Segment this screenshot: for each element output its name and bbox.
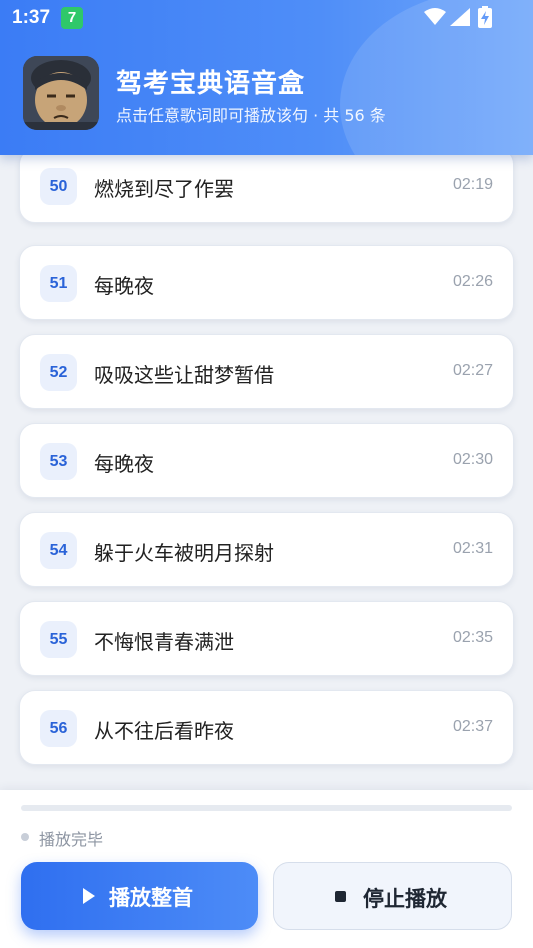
wifi-icon	[424, 8, 446, 25]
lyrics-list[interactable]: 50 燃烧到尽了作罢 02:19 51 每晚夜 02:26 52 吸吸这些让甜梦…	[0, 150, 533, 790]
lyric-index: 52	[40, 354, 77, 391]
play-all-button[interactable]: 播放整首	[21, 862, 258, 930]
app-header: 1:37 7 驾考宝典语音盒 点击任意歌词即可播放该句 · 共 56 条	[0, 0, 533, 155]
stop-label: 停止播放	[363, 887, 447, 911]
play-all-label: 播放整首	[109, 886, 193, 910]
status-bar: 1:37 7	[0, 0, 533, 36]
lyric-text: 躲于火车被明月探射	[94, 541, 274, 565]
lyric-row-56[interactable]: 56 从不往后看昨夜 02:37	[19, 690, 514, 765]
battery-charging-icon	[478, 6, 492, 28]
lyric-index: 55	[40, 621, 77, 658]
lyric-timestamp: 02:31	[452, 540, 493, 557]
lyric-timestamp: 02:19	[452, 176, 493, 193]
lyric-timestamp: 02:26	[452, 273, 493, 290]
lyric-text: 每晚夜	[94, 274, 154, 298]
lyric-timestamp: 02:30	[452, 451, 493, 468]
lyric-row-53[interactable]: 53 每晚夜 02:30	[19, 423, 514, 498]
lyric-index: 56	[40, 710, 77, 747]
progress-bar[interactable]	[21, 805, 512, 811]
lyric-text: 从不往后看昨夜	[94, 719, 234, 743]
avatar-face-icon	[23, 56, 99, 130]
lyric-text: 不悔恨青春满泄	[94, 630, 234, 654]
lyric-index: 51	[40, 265, 77, 302]
page-subtitle: 点击任意歌词即可播放该句 · 共 56 条	[116, 106, 386, 125]
status-time: 1:37	[12, 7, 51, 28]
notification-app-icon: 7	[61, 7, 83, 29]
lyric-text: 燃烧到尽了作罢	[94, 177, 234, 201]
lyric-row-54[interactable]: 54 躲于火车被明月探射 02:31	[19, 512, 514, 587]
lyric-index: 50	[40, 168, 77, 205]
lyric-index: 53	[40, 443, 77, 480]
page-title: 驾考宝典语音盒	[116, 69, 306, 99]
lyric-row-52[interactable]: 52 吸吸这些让甜梦暂借 02:27	[19, 334, 514, 409]
stop-button[interactable]: 停止播放	[273, 862, 512, 930]
lyric-index: 54	[40, 532, 77, 569]
lyric-row-50[interactable]: 50 燃烧到尽了作罢 02:19	[19, 150, 514, 223]
play-icon	[83, 888, 95, 904]
lyric-timestamp: 02:27	[452, 362, 493, 379]
lyric-text: 每晚夜	[94, 452, 154, 476]
signal-icon	[450, 8, 470, 26]
lyric-row-51[interactable]: 51 每晚夜 02:26	[19, 245, 514, 320]
playback-status: 播放完毕	[39, 830, 104, 849]
lyric-text: 吸吸这些让甜梦暂借	[94, 363, 274, 387]
stop-icon	[335, 891, 346, 902]
lyric-timestamp: 02:35	[452, 629, 493, 646]
lyric-timestamp: 02:37	[452, 718, 493, 735]
player-panel: 播放完毕 播放整首 停止播放	[0, 790, 533, 948]
avatar	[23, 56, 99, 130]
lyric-row-55[interactable]: 55 不悔恨青春满泄 02:35	[19, 601, 514, 676]
status-dot-icon	[21, 833, 29, 841]
